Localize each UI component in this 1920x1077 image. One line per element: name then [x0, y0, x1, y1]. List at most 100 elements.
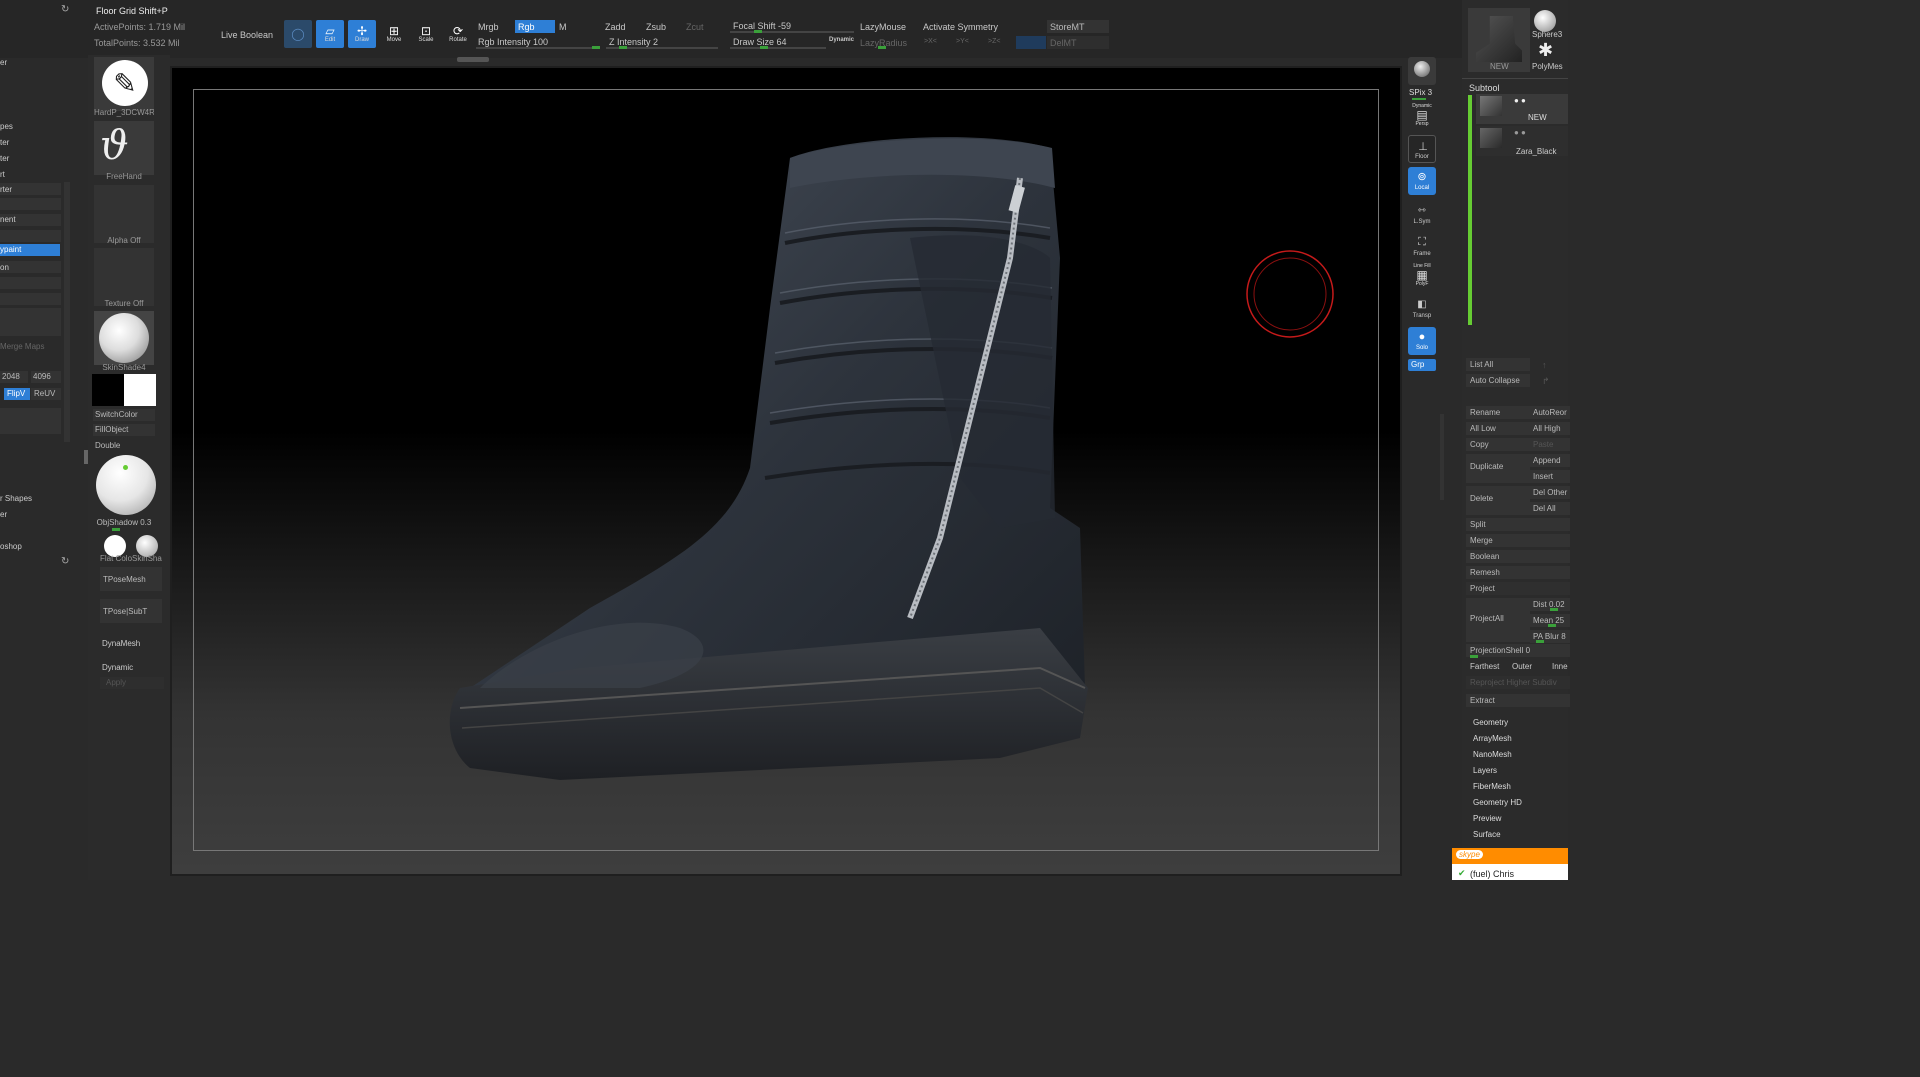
tray-handle[interactable] — [457, 57, 489, 62]
frame-button[interactable]: ⛶ Frame — [1408, 233, 1436, 261]
left-item-8[interactable]: on — [0, 263, 9, 272]
refresh-icon[interactable]: ↻ — [61, 4, 69, 15]
left-scrollbar[interactable] — [64, 182, 70, 442]
flipv-button[interactable]: FlipV — [4, 388, 30, 400]
switch-color-button[interactable]: SwitchColor — [93, 409, 155, 421]
material-thumb[interactable] — [94, 311, 154, 365]
left-item-1[interactable]: er — [0, 58, 7, 67]
polyf-button[interactable]: Line Fill ▦ PolyF — [1408, 263, 1436, 291]
del-other-button[interactable]: Del Other — [1530, 486, 1570, 499]
tpose-mesh-button[interactable]: TPoseMesh — [100, 567, 162, 591]
obj-shadow-knob[interactable] — [112, 528, 120, 531]
left-item-shapes[interactable]: r Shapes — [0, 494, 32, 503]
persp-button[interactable]: Dynamic ▤ Persp — [1408, 103, 1436, 127]
lazymouse-button[interactable]: LazyMouse — [860, 22, 906, 32]
edit-button[interactable]: ▱ Edit — [316, 20, 344, 48]
fill-object-button[interactable]: FillObject — [93, 424, 155, 436]
subtool-item-new[interactable]: ● ● NEW — [1476, 94, 1568, 124]
append-button[interactable]: Append — [1530, 454, 1570, 467]
left-item-2[interactable]: pes — [0, 122, 13, 131]
mean-knob[interactable] — [1548, 624, 1556, 627]
dynamesh-button[interactable]: DynaMesh — [102, 639, 140, 648]
farthest-toggle[interactable]: Farthest — [1470, 662, 1499, 671]
left-item-polypaint[interactable]: ypaint — [0, 244, 60, 256]
res-2048-button[interactable]: 2048 — [0, 371, 28, 383]
lazyradius-knob[interactable] — [878, 46, 886, 49]
light-sphere[interactable] — [96, 455, 156, 515]
activate-symmetry-button[interactable]: Activate Symmetry — [923, 22, 998, 32]
paste-button[interactable]: Paste — [1530, 438, 1570, 451]
main-color-swatch[interactable] — [92, 374, 124, 406]
spix-knob[interactable] — [1412, 98, 1426, 100]
del-all-button[interactable]: Del All — [1530, 502, 1570, 515]
menu-fibermesh[interactable]: FiberMesh — [1473, 782, 1511, 791]
subtool-title[interactable]: Subtool — [1469, 83, 1500, 93]
polymesh-star-icon[interactable]: ✱ — [1538, 40, 1553, 61]
secondary-color-swatch[interactable] — [124, 374, 156, 406]
m-button[interactable]: M — [559, 22, 567, 32]
light-position-dot[interactable] — [123, 465, 128, 470]
sculpt-mode-button[interactable]: ◯ — [284, 20, 312, 48]
obj-shadow-slider[interactable]: ObjShadow 0.3 — [94, 518, 154, 527]
project-all-button[interactable]: ProjectAll — [1466, 598, 1530, 642]
remesh-menu[interactable]: Remesh — [1466, 566, 1570, 579]
sym-x-button[interactable]: >X< — [924, 38, 937, 45]
rgb-intensity-slider[interactable]: Rgb Intensity 100 — [478, 37, 548, 47]
dynamic-toggle[interactable]: Dynamic — [829, 37, 854, 43]
copy-button[interactable]: Copy — [1466, 438, 1530, 451]
zcut-button[interactable]: Zcut — [686, 22, 704, 32]
eye-toggle-icon[interactable]: ● ● — [1514, 128, 1526, 137]
inner-toggle[interactable]: Inne — [1552, 662, 1568, 671]
all-high-button[interactable]: All High — [1530, 422, 1570, 435]
subtool-scrollbar[interactable] — [1468, 95, 1472, 325]
focal-shift-slider[interactable]: Focal Shift -59 — [733, 21, 791, 31]
storemt-button[interactable]: StoreMT — [1047, 20, 1109, 33]
radial-symmetry-button[interactable] — [1016, 36, 1046, 49]
zsub-button[interactable]: Zsub — [646, 22, 666, 32]
menu-layers[interactable]: Layers — [1473, 766, 1497, 775]
projection-shell-knob[interactable] — [1470, 655, 1478, 658]
skype-notification[interactable]: skype ✔ (fuel) Chris — [1452, 848, 1568, 880]
z-intensity-knob[interactable] — [619, 46, 627, 49]
draw-button[interactable]: ✢ Draw — [348, 20, 376, 48]
menu-geometry[interactable]: Geometry — [1473, 718, 1508, 727]
list-all-button[interactable]: List All — [1466, 358, 1530, 371]
autoreorder-button[interactable]: AutoReor — [1530, 406, 1570, 419]
menu-nanomesh[interactable]: NanoMesh — [1473, 750, 1512, 759]
menu-arraymesh[interactable]: ArrayMesh — [1473, 734, 1512, 743]
projection-shell-slider[interactable]: ProjectionShell 0 — [1466, 644, 1570, 657]
delmt-button[interactable]: DelMT — [1047, 36, 1109, 49]
outer-toggle[interactable]: Outer — [1512, 662, 1532, 671]
delete-button[interactable]: Delete — [1466, 486, 1530, 515]
duplicate-button[interactable]: Duplicate — [1466, 454, 1530, 483]
apply-button[interactable]: Apply — [100, 677, 164, 689]
merge-maps-button[interactable]: Merge Maps — [0, 342, 44, 351]
sym-z-button[interactable]: >Z< — [988, 38, 1000, 45]
mrgb-button[interactable]: Mrgb — [478, 22, 499, 32]
stroke-thumb[interactable]: ϑ — [94, 121, 154, 175]
floor-button[interactable]: ⊥ Floor — [1408, 135, 1436, 163]
left-item-6[interactable]: rter — [0, 185, 12, 194]
project-menu[interactable]: Project — [1466, 582, 1570, 595]
rgb-button[interactable]: Rgb — [515, 20, 555, 33]
double-toggle[interactable]: Double — [95, 441, 120, 450]
alpha-thumb[interactable] — [94, 185, 154, 243]
left-item-11[interactable]: er — [0, 510, 7, 519]
sphere3d-icon[interactable] — [1534, 10, 1556, 32]
reproject-button[interactable]: Reproject Higher Subdiv — [1466, 676, 1570, 689]
transp-button[interactable]: ◧ Transp — [1408, 295, 1436, 323]
left-item-4[interactable]: ter — [0, 154, 9, 163]
subtool-item-zara[interactable]: ● ● Zara_Black — [1476, 126, 1568, 156]
dist-knob[interactable] — [1550, 608, 1558, 611]
res-4096-button[interactable]: 4096 — [31, 371, 61, 383]
split-menu[interactable]: Split — [1466, 518, 1570, 531]
left-item-5[interactable]: rt — [0, 170, 5, 179]
sym-y-button[interactable]: >Y< — [956, 38, 969, 45]
boolean-menu[interactable]: Boolean — [1466, 550, 1570, 563]
arrow-down-icon[interactable]: ↱ — [1542, 376, 1550, 387]
live-boolean-button[interactable]: Live Boolean — [221, 30, 273, 40]
eye-toggle-icon[interactable]: ● ● — [1514, 96, 1526, 105]
solo-button[interactable]: ● Solo — [1408, 327, 1436, 355]
menu-surface[interactable]: Surface — [1473, 830, 1501, 839]
rgb-intensity-knob[interactable] — [592, 46, 600, 49]
